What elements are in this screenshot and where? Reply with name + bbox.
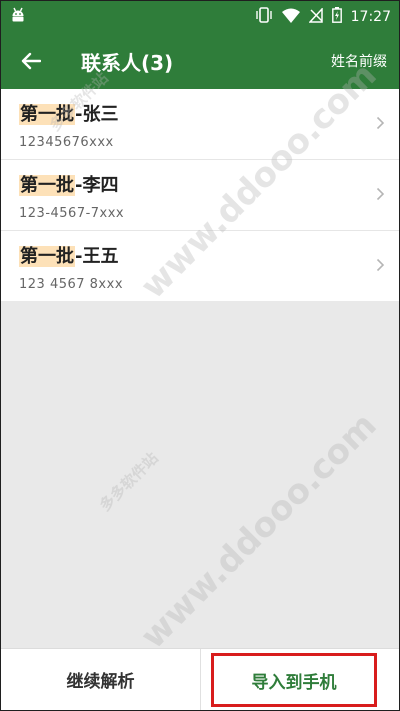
chevron-right-icon	[376, 186, 385, 205]
contact-row[interactable]: 第一批-李四 123-4567-7xxx	[1, 160, 399, 231]
contact-name-text: -李四	[75, 175, 119, 196]
contact-name-prefix: 第一批	[19, 104, 75, 125]
android-icon	[11, 7, 25, 27]
status-time: 17:27	[350, 9, 391, 25]
status-bar: 17:27	[1, 1, 399, 33]
arrow-back-icon	[21, 52, 41, 70]
chevron-right-icon	[376, 257, 385, 276]
bottom-action-bar: 继续解析 导入到手机	[1, 648, 399, 710]
chevron-right-icon	[376, 115, 385, 134]
contact-name-prefix: 第一批	[19, 246, 75, 267]
page-title: 联系人(3)	[81, 50, 174, 75]
contact-name-prefix: 第一批	[19, 175, 75, 196]
app-screen: 17:27 联系人(3) 姓名前缀 第一批-张三 12345676xxx 第一批…	[1, 1, 399, 710]
no-signal-icon	[307, 6, 323, 27]
import-to-phone-button[interactable]: 导入到手机	[211, 653, 377, 707]
contact-name: 第一批-王五	[19, 245, 383, 271]
watermark: www.ddooo.com	[133, 405, 385, 657]
contact-name: 第一批-李四	[19, 174, 383, 200]
vibrate-icon	[255, 7, 273, 27]
back-button[interactable]	[17, 47, 45, 75]
battery-charging-icon	[331, 7, 342, 27]
contact-name: 第一批-张三	[19, 103, 383, 129]
contact-row[interactable]: 第一批-王五 123 4567 8xxx	[1, 231, 399, 301]
contact-phone: 123 4567 8xxx	[19, 277, 124, 292]
contact-name-text: -王五	[75, 246, 119, 267]
contact-phone: 123-4567-7xxx	[19, 206, 125, 221]
contact-phone: 12345676xxx	[19, 135, 114, 150]
continue-parsing-button[interactable]: 继续解析	[1, 649, 201, 710]
app-bar: 联系人(3) 姓名前缀	[1, 33, 399, 89]
name-prefix-button[interactable]: 姓名前缀	[331, 51, 387, 71]
contact-row[interactable]: 第一批-张三 12345676xxx	[1, 89, 399, 160]
watermark: 多多软件站	[95, 448, 162, 515]
wifi-icon	[281, 8, 300, 27]
contact-list: 第一批-张三 12345676xxx 第一批-李四 123-4567-7xxx …	[1, 89, 399, 301]
import-button-area: 导入到手机	[201, 649, 399, 710]
contact-name-text: -张三	[75, 104, 119, 125]
